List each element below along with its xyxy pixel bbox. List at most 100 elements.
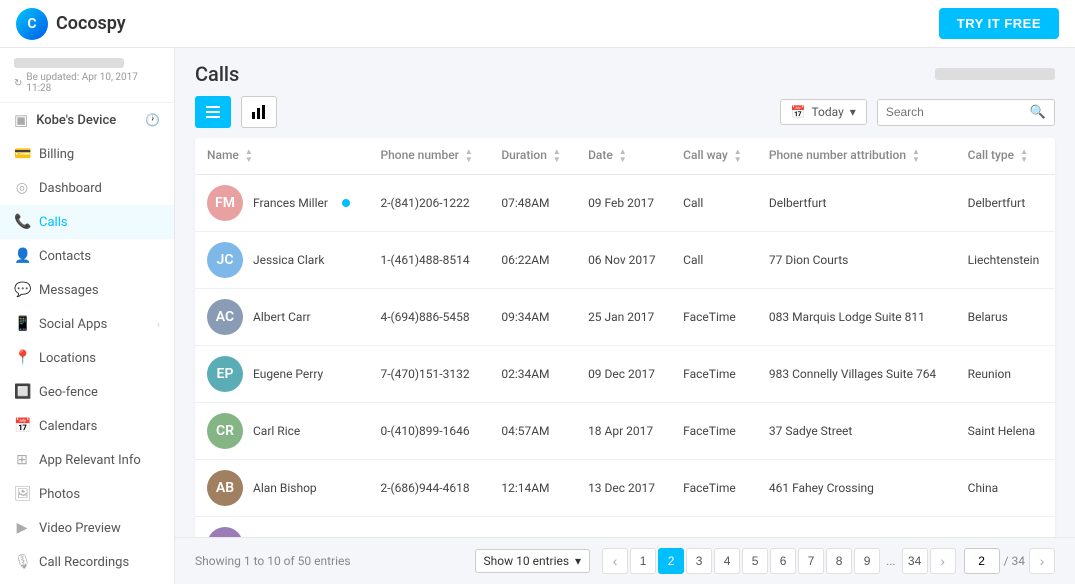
logo-text: Cocospy — [56, 13, 126, 34]
avatar: AC — [207, 299, 243, 335]
blurred-info — [14, 58, 124, 68]
search-icon: 🔍 — [1030, 105, 1046, 120]
cell-call-way: FaceTime — [671, 517, 757, 538]
col-name[interactable]: Name ▲▼ — [195, 138, 368, 175]
sidebar-icon-billing: 💳 — [14, 146, 30, 162]
sort-icon: ▲▼ — [912, 148, 920, 164]
sidebar-item-app-relevant[interactable]: ⊞ App Relevant Info — [0, 443, 174, 477]
list-view-button[interactable] — [195, 96, 231, 128]
sidebar-label-video-preview: Video Preview — [39, 521, 121, 536]
sidebar-item-billing[interactable]: 💳 Billing — [0, 137, 174, 171]
cell-call-type: Reunion — [956, 346, 1055, 403]
avatar: JC — [207, 242, 243, 278]
col-duration[interactable]: Duration ▲▼ — [489, 138, 576, 175]
cell-name: AC Albert Carr — [195, 289, 368, 346]
page-6-button[interactable]: 6 — [770, 548, 796, 574]
sidebar-item-calendars[interactable]: 📅 Calendars — [0, 409, 174, 443]
cell-phone: 0-(410)899-1646 — [368, 403, 489, 460]
prev-page-button[interactable]: ‹ — [602, 548, 628, 574]
sidebar-item-call-recordings[interactable]: 🎙 Call Recordings — [0, 545, 174, 579]
cell-phone: 2-(841)206-1222 — [368, 175, 489, 232]
page-input-group: / 34 › — [964, 548, 1055, 574]
sidebar-item-video-preview[interactable]: ▶ Video Preview — [0, 511, 174, 545]
logo: C Cocospy — [16, 8, 126, 40]
sidebar-label-calendars: Calendars — [39, 419, 97, 434]
cell-duration: 12:14AM — [489, 460, 576, 517]
col-phone-number-attribution[interactable]: Phone number attribution ▲▼ — [757, 138, 956, 175]
per-page-select[interactable]: Show 10 entries ▾ — [475, 549, 591, 573]
page-5-button[interactable]: 5 — [742, 548, 768, 574]
sidebar-item-social-apps[interactable]: 📱 Social Apps › — [0, 307, 174, 341]
sidebar-icon-dashboard: ◎ — [14, 180, 30, 196]
cell-date: 09 Feb 2017 — [576, 175, 671, 232]
device-name[interactable]: ▣ Kobe's Device 🕐 — [0, 103, 174, 137]
cell-phone: 5-(385)766-6905 — [368, 517, 489, 538]
sidebar-item-dashboard[interactable]: ◎ Dashboard — [0, 171, 174, 205]
page-1-button[interactable]: 1 — [630, 548, 656, 574]
device-icon: ▣ — [14, 111, 28, 129]
sidebar-item-locations[interactable]: 📍 Locations — [0, 341, 174, 375]
cell-name: DJ Debra Jordan — [195, 517, 368, 538]
page-total: / 34 — [1004, 554, 1025, 568]
sidebar-label-messages: Messages — [39, 283, 99, 298]
date-filter[interactable]: 📅 Today ▾ — [780, 99, 867, 125]
cell-phone: 2-(686)944-4618 — [368, 460, 489, 517]
page-input[interactable] — [964, 548, 1000, 574]
sidebar-item-contacts[interactable]: 👤 Contacts — [0, 239, 174, 273]
sidebar-item-messages[interactable]: 💬 Messages — [0, 273, 174, 307]
table-header: Name ▲▼Phone number ▲▼Duration ▲▼Date ▲▼… — [195, 138, 1055, 175]
search-input[interactable] — [886, 105, 1026, 119]
cell-name: JC Jessica Clark — [195, 232, 368, 289]
sidebar-item-calls[interactable]: 📞 Calls — [0, 205, 174, 239]
next-page-button[interactable]: › — [930, 548, 956, 574]
page-3-button[interactable]: 3 — [686, 548, 712, 574]
cell-attribution: 396 Howe Spur — [757, 517, 956, 538]
cell-date: 13 Dec 2017 — [576, 460, 671, 517]
last-page-button[interactable]: 34 — [902, 548, 928, 574]
avatar: FM — [207, 185, 243, 221]
toolbar: 📅 Today ▾ 🔍 — [175, 86, 1075, 138]
calendar-icon: 📅 — [791, 105, 806, 119]
table-row: FM Frances Miller 2-(841)206-1222 07:48A… — [195, 175, 1055, 232]
calls-table: Name ▲▼Phone number ▲▼Duration ▲▼Date ▲▼… — [195, 138, 1055, 537]
avatar: CR — [207, 413, 243, 449]
sidebar-icon-call-recordings: 🎙 — [14, 554, 30, 570]
page-2-button[interactable]: 2 — [658, 548, 684, 574]
cell-name: CR Carl Rice — [195, 403, 368, 460]
sidebar-label-calls: Calls — [39, 215, 68, 230]
page-8-button[interactable]: 8 — [826, 548, 852, 574]
sidebar-item-record-surround[interactable]: ⊙ Record Surround — [0, 579, 174, 584]
search-box: 🔍 — [877, 99, 1055, 126]
table-row: EP Eugene Perry 7-(470)151-3132 02:34AM … — [195, 346, 1055, 403]
sidebar-item-photos[interactable]: 🖼 Photos — [0, 477, 174, 511]
sidebar-icon-app-relevant: ⊞ — [14, 452, 30, 468]
main-content: Calls 📅 Today ▾ 🔍 — [175, 48, 1075, 584]
cell-attribution: 77 Dion Courts — [757, 232, 956, 289]
cell-date: 28 Aug 2017 — [576, 517, 671, 538]
go-to-page-button[interactable]: › — [1029, 548, 1055, 574]
cell-date: 25 Jan 2017 — [576, 289, 671, 346]
try-free-button[interactable]: TRY IT FREE — [939, 8, 1059, 39]
sidebar-nav: 💳 Billing ◎ Dashboard 📞 Calls 👤 Contacts… — [0, 137, 174, 584]
chart-view-button[interactable] — [241, 96, 277, 128]
page-9-button[interactable]: 9 — [854, 548, 880, 574]
table-row: AC Albert Carr 4-(694)886-5458 09:34AM 2… — [195, 289, 1055, 346]
col-date[interactable]: Date ▲▼ — [576, 138, 671, 175]
sort-icon: ▲▼ — [619, 148, 627, 164]
sort-icon: ▲▼ — [245, 148, 253, 164]
table-row: AB Alan Bishop 2-(686)944-4618 12:14AM 1… — [195, 460, 1055, 517]
cell-duration: 09:44AM — [489, 517, 576, 538]
sidebar-icon-calls: 📞 — [14, 214, 30, 230]
cell-attribution: 083 Marquis Lodge Suite 811 — [757, 289, 956, 346]
cell-call-type: Malta — [956, 517, 1055, 538]
cell-name: FM Frances Miller — [195, 175, 368, 232]
page-4-button[interactable]: 4 — [714, 548, 740, 574]
col-call-way[interactable]: Call way ▲▼ — [671, 138, 757, 175]
col-phone-number[interactable]: Phone number ▲▼ — [368, 138, 489, 175]
page-7-button[interactable]: 7 — [798, 548, 824, 574]
sidebar-icon-calendars: 📅 — [14, 418, 30, 434]
sidebar-arrow-social-apps: › — [157, 318, 160, 331]
sidebar-label-contacts: Contacts — [39, 249, 91, 264]
sidebar-item-geo-fence[interactable]: 🔲 Geo-fence — [0, 375, 174, 409]
col-call-type[interactable]: Call type ▲▼ — [956, 138, 1055, 175]
